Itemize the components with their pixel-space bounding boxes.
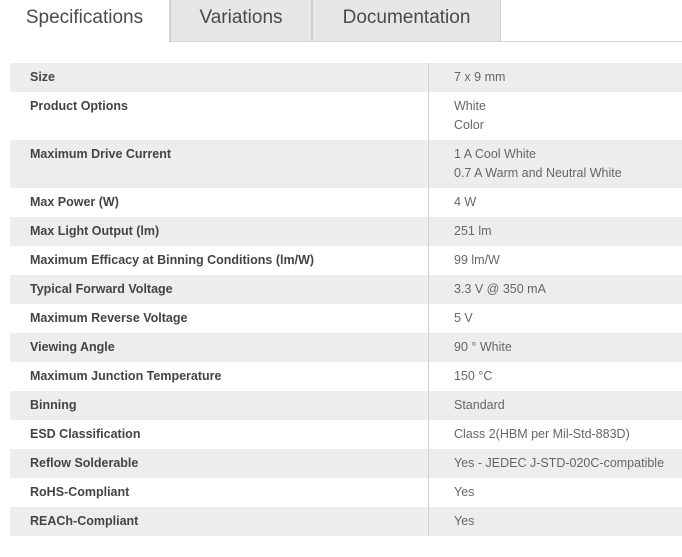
spec-value-text: Yes — [454, 514, 475, 528]
spec-value: 3.3 V @ 350 mA — [429, 275, 682, 304]
spec-value: 90 ° White — [429, 333, 682, 362]
spec-label: REACh-Compliant — [10, 507, 429, 536]
table-row: Maximum Reverse Voltage 5 V — [10, 304, 682, 333]
table-row: Binning Standard — [10, 391, 682, 420]
table-row: Viewing Angle 90 ° White — [10, 333, 682, 362]
tab-documentation[interactable]: Documentation — [312, 0, 501, 41]
spec-value-text: 0.7 A Warm and Neutral White — [454, 166, 622, 180]
spec-value-text: 3.3 V @ 350 mA — [454, 282, 546, 296]
table-row: Size 7 x 9 mm — [10, 63, 682, 92]
table-row: Product Options White Color — [10, 92, 682, 140]
spec-label-text: ESD Classification — [30, 427, 141, 441]
spec-label: Maximum Junction Temperature — [10, 362, 429, 391]
spec-value-text: White — [454, 99, 486, 113]
spec-value-text: Class 2(HBM per Mil-Std-883D) — [454, 427, 630, 441]
spec-value-text: 4 W — [454, 195, 477, 209]
spec-label-text: RoHS-Compliant — [30, 485, 130, 499]
table-row: Reflow Solderable Yes - JEDEC J-STD-020C-… — [10, 449, 682, 478]
spec-value: Yes — [429, 507, 682, 536]
spec-value: Yes — [429, 478, 682, 507]
spec-value: White Color — [429, 92, 682, 140]
spec-value-text: Yes - JEDEC J-STD-020C-compatible — [454, 456, 665, 470]
spec-label: Binning — [10, 391, 429, 420]
spec-label-text: Product Options — [30, 99, 128, 113]
table-row: Maximum Efficacy at Binning Conditions (… — [10, 246, 682, 275]
specifications-table: Size 7 x 9 mm Product Options White Color Max… — [10, 63, 682, 536]
spec-value-text: 7 x 9 mm — [454, 70, 506, 84]
tab-bar: Specifications Variations Documentation — [0, 0, 682, 42]
spec-value-text: Standard — [454, 398, 505, 412]
spec-label-text: Binning — [30, 398, 77, 412]
spec-value: 99 lm/W — [429, 246, 682, 275]
spec-label: Maximum Efficacy at Binning Conditions (… — [10, 246, 429, 275]
spec-value-text: 5 V — [454, 311, 473, 325]
spec-label-text: Maximum Junction Temperature — [30, 369, 222, 383]
spec-value-text: Color — [454, 118, 484, 132]
spec-label: ESD Classification — [10, 420, 429, 449]
spec-label: Typical Forward Voltage — [10, 275, 429, 304]
table-row: ESD Classification Class 2(HBM per Mil-St… — [10, 420, 682, 449]
table-row: RoHS-Compliant Yes — [10, 478, 682, 507]
spec-value-text: 99 lm/W — [454, 253, 500, 267]
table-row: Max Light Output (lm) 251 lm — [10, 217, 682, 246]
spec-label: Size — [10, 63, 429, 92]
spec-label: Max Power (W) — [10, 188, 429, 217]
spec-value: 150 °C — [429, 362, 682, 391]
spec-value: Class 2(HBM per Mil-Std-883D) — [429, 420, 682, 449]
spec-label-text: Maximum Drive Current — [30, 147, 172, 161]
spec-value-text: 1 A Cool White — [454, 147, 536, 161]
spec-value: 4 W — [429, 188, 682, 217]
spec-label: Viewing Angle — [10, 333, 429, 362]
spec-label: Max Light Output (lm) — [10, 217, 429, 246]
spec-label: RoHS-Compliant — [10, 478, 429, 507]
spec-label-text: Reflow Solderable — [30, 456, 139, 470]
spec-label-text: Max Power (W) — [30, 195, 119, 209]
spec-value-text: 90 ° White — [454, 340, 512, 354]
tab-specifications[interactable]: Specifications — [0, 0, 170, 42]
spec-value: 251 lm — [429, 217, 682, 246]
tab-variations[interactable]: Variations — [170, 0, 312, 41]
spec-label: Product Options — [10, 92, 429, 140]
spec-label: Maximum Reverse Voltage — [10, 304, 429, 333]
spec-label-text: Typical Forward Voltage — [30, 282, 173, 296]
spec-label-text: Size — [30, 70, 56, 84]
spec-value: 1 A Cool White 0.7 A Warm and Neutral Whi… — [429, 140, 682, 188]
table-row: REACh-Compliant Yes — [10, 507, 682, 536]
spec-value: Standard — [429, 391, 682, 420]
spec-value: 7 x 9 mm — [429, 63, 682, 92]
spec-label: Maximum Drive Current — [10, 140, 429, 188]
table-row: Maximum Drive Current 1 A Cool White 0.7 A… — [10, 140, 682, 188]
spec-label-text: REACh-Compliant — [30, 514, 139, 528]
spec-value: 5 V — [429, 304, 682, 333]
table-row: Max Power (W) 4 W — [10, 188, 682, 217]
spec-value-text: 150 °C — [454, 369, 493, 383]
spec-label-text: Maximum Efficacy at Binning Conditions (… — [30, 253, 315, 267]
table-row: Typical Forward Voltage 3.3 V @ 350 mA — [10, 275, 682, 304]
spec-label-text: Viewing Angle — [30, 340, 115, 354]
spec-label-text: Maximum Reverse Voltage — [30, 311, 188, 325]
spec-value-text: 251 lm — [454, 224, 492, 238]
spec-label-text: Max Light Output (lm) — [30, 224, 160, 238]
spec-value-text: Yes — [454, 485, 475, 499]
table-row: Maximum Junction Temperature 150 °C — [10, 362, 682, 391]
spec-value: Yes - JEDEC J-STD-020C-compatible — [429, 449, 682, 478]
spec-label: Reflow Solderable — [10, 449, 429, 478]
